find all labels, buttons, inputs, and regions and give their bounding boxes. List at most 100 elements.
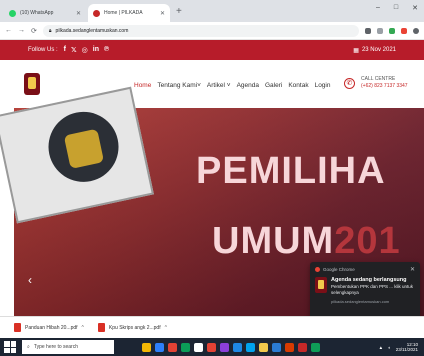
taskbar-app-icon[interactable] <box>207 342 216 352</box>
taskbar-app-icon[interactable] <box>142 342 151 352</box>
pdf-icon <box>97 323 105 332</box>
hero-title-umum: UMUM <box>212 220 335 262</box>
hero-title-line1: PEMILIHA <box>196 150 386 192</box>
screen: (10) WhatsApp ✕ Home | PILKADA ✕ + – □ ✕… <box>0 0 424 356</box>
nav-home[interactable]: Home <box>134 82 151 89</box>
taskbar-clock[interactable]: 12:10 23/11/2021 <box>396 342 418 353</box>
close-tab-icon[interactable]: ✕ <box>160 10 165 17</box>
reload-icon[interactable]: ⟳ <box>31 27 37 35</box>
search-icon: ⌕ <box>27 344 30 350</box>
pdf-icon <box>14 323 21 332</box>
kpu-favicon-icon <box>93 9 100 17</box>
notification-header: Google Chrome ✕ <box>310 262 420 277</box>
calendar-icon: ▦ <box>353 47 359 54</box>
site-topbar: Follow Us : f 𝕏 ◎ in ℗ ▦ 23 Nov 2021 <box>0 40 424 60</box>
downloads-shelf: Panduan Hibah 20...pdf ^ Kpu Skrips angk… <box>0 316 424 338</box>
taskbar-app-icon[interactable] <box>220 342 229 352</box>
date-display: ▦ 23 Nov 2021 <box>353 47 396 54</box>
profile-avatar-icon[interactable] <box>413 27 419 34</box>
call-centre-text: CALL CENTRE (+62) 823 7137 3347 <box>361 76 408 90</box>
follow-us-label: Follow Us : <box>28 47 58 53</box>
windows-start-icon[interactable] <box>4 341 16 353</box>
new-tab-button[interactable]: + <box>176 6 182 17</box>
hero-title-year: 201 <box>334 220 401 262</box>
call-centre: ✆ CALL CENTRE (+62) 823 7137 3347 <box>344 76 408 90</box>
call-centre-number[interactable]: (+62) 823 7137 3347 <box>361 83 408 90</box>
back-arrow-icon[interactable]: ← <box>5 27 12 34</box>
taskbar-app-icon[interactable] <box>311 342 320 352</box>
volume-icon[interactable]: ◐ <box>388 345 391 350</box>
close-tab-icon[interactable]: ✕ <box>76 10 81 17</box>
clock-date: 23/11/2021 <box>395 347 418 352</box>
browser-toolbar: ← → ⟳ 🔒︎ pilkada.sedanglentamuskan.com <box>0 22 424 40</box>
main-navigation: Home Tentang Kami˅ Artikel ˅ Agenda Gale… <box>134 82 330 89</box>
download-filename: Panduan Hibah 20...pdf <box>25 324 78 331</box>
notification-source: pilkada.sedanglentamuskan.com <box>331 299 390 304</box>
taskbar-search[interactable]: ⌕ Type here to search <box>22 340 114 354</box>
address-bar[interactable]: 🔒︎ pilkada.sedanglentamuskan.com <box>42 24 359 37</box>
nav-agenda[interactable]: Agenda <box>237 82 259 89</box>
notification-body: Agenda sedang berlangsung Pembentukan PP… <box>310 277 420 304</box>
download-filename: Kpu Skrips angk 2...pdf <box>108 324 161 331</box>
taskbar-app-icon[interactable] <box>272 342 281 352</box>
chevron-up-icon[interactable]: ^ <box>82 325 84 331</box>
taskbar-app-icon[interactable] <box>194 342 203 352</box>
nav-artikel[interactable]: Artikel ˅ <box>207 82 231 89</box>
taskbar-app-icon[interactable] <box>233 342 242 352</box>
nav-tentang-kami[interactable]: Tentang Kami˅ <box>157 82 201 89</box>
notification-app: Google Chrome <box>323 267 355 272</box>
slider-prev-button[interactable]: ‹ <box>22 270 38 290</box>
download-item[interactable]: Panduan Hibah 20...pdf ^ <box>14 323 84 332</box>
kpu-emblem <box>42 105 126 189</box>
taskbar-app-icon[interactable] <box>181 342 190 352</box>
lock-icon: 🔒︎ <box>48 27 52 34</box>
chevron-up-icon[interactable]: ^ <box>165 325 167 331</box>
linkedin-icon[interactable]: in <box>93 46 99 54</box>
network-icon[interactable]: ▲ <box>379 345 383 350</box>
close-window-button[interactable]: ✕ <box>412 4 418 12</box>
maximize-button[interactable]: □ <box>394 4 398 12</box>
pinterest-icon[interactable]: ℗ <box>104 46 109 54</box>
chrome-icon <box>315 267 320 272</box>
taskbar-app-icon[interactable] <box>285 342 294 352</box>
date-text: 23 Nov 2021 <box>361 47 396 53</box>
extension-icon[interactable] <box>401 27 407 34</box>
tab-title: Home | PILKADA <box>104 10 143 16</box>
tab-title: (10) WhatsApp <box>20 10 54 16</box>
kpu-logo[interactable] <box>24 73 40 95</box>
tab-pilkada[interactable]: Home | PILKADA ✕ <box>88 4 170 22</box>
notification-message: Pembentukan PPK dan PPS ... klik untuk s… <box>331 284 414 295</box>
extensions-area <box>365 27 419 34</box>
tab-whatsapp[interactable]: (10) WhatsApp ✕ <box>4 4 86 22</box>
notification-title: Agenda sedang berlangsung <box>331 277 407 283</box>
taskbar-app-icon[interactable] <box>155 342 164 352</box>
bookmark-star-icon[interactable] <box>377 27 383 34</box>
url-text: pilkada.sedanglentamuskan.com <box>55 27 129 34</box>
call-centre-label: CALL CENTRE <box>361 76 396 82</box>
windows-taskbar: ⌕ Type here to search ▲ ◐ 12:10 23/11/20… <box>0 338 424 356</box>
nav-galeri[interactable]: Galeri <box>265 82 282 89</box>
forward-arrow-icon[interactable]: → <box>18 27 25 34</box>
nav-login[interactable]: Login <box>315 82 331 89</box>
instagram-icon[interactable]: ◎ <box>82 46 88 54</box>
facebook-icon[interactable]: f <box>64 46 66 54</box>
social-links: f 𝕏 ◎ in ℗ <box>64 46 110 54</box>
pinned-apps <box>142 342 320 352</box>
close-notification-icon[interactable]: ✕ <box>410 266 415 273</box>
taskbar-app-icon[interactable] <box>298 342 307 352</box>
download-item[interactable]: Kpu Skrips angk 2...pdf ^ <box>97 323 167 332</box>
minimize-button[interactable]: – <box>376 4 380 12</box>
twitter-icon[interactable]: 𝕏 <box>71 46 77 54</box>
hero-title-line2: UMUM201 <box>212 220 401 263</box>
taskbar-search-placeholder: Type here to search <box>33 344 79 350</box>
taskbar-app-icon[interactable] <box>168 342 177 352</box>
phone-icon: ✆ <box>344 77 355 89</box>
system-tray: ▲ ◐ 12:10 23/11/2021 <box>379 342 418 353</box>
taskbar-app-icon[interactable] <box>246 342 255 352</box>
extension-icon[interactable] <box>389 27 395 34</box>
extension-icon[interactable] <box>365 27 371 34</box>
notification-content: Agenda sedang berlangsung Pembentukan PP… <box>331 277 415 304</box>
taskbar-app-icon[interactable] <box>259 342 268 352</box>
nav-kontak[interactable]: Kontak <box>288 82 308 89</box>
browser-tab-strip: (10) WhatsApp ✕ Home | PILKADA ✕ + – □ ✕ <box>0 0 424 22</box>
